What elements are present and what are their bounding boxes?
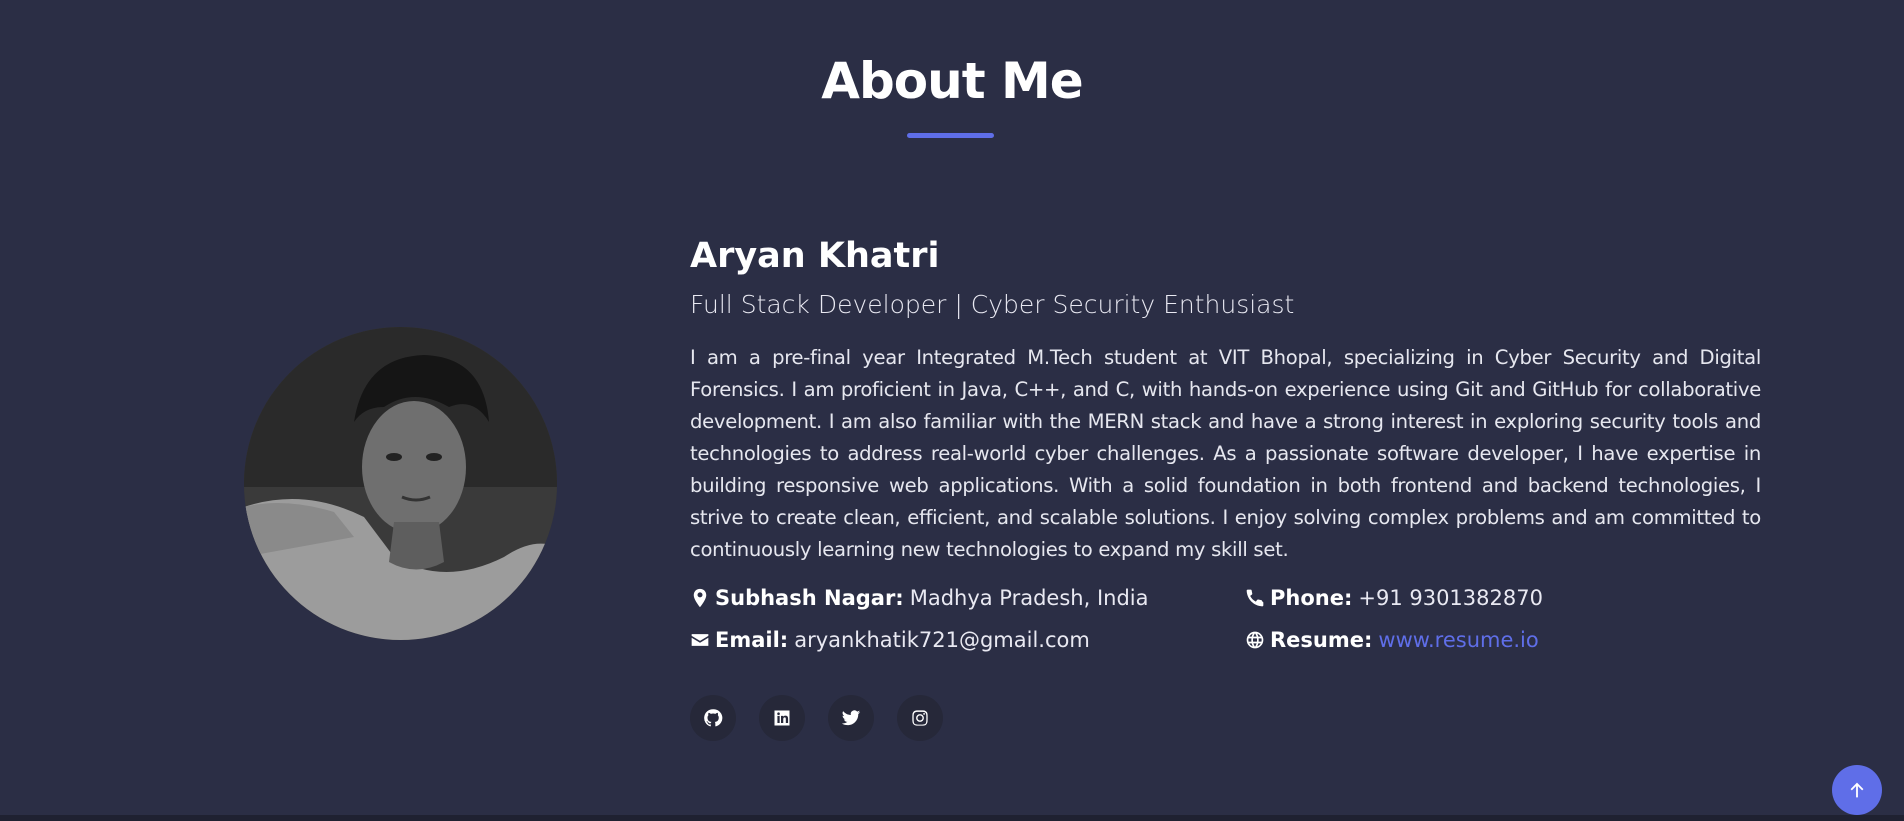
social-links [690,695,1761,741]
linkedin-icon [774,710,790,726]
profile-bio: I am a pre-final year Integrated M.Tech … [690,346,1761,561]
about-content: Aryan Khatri Full Stack Developer | Cybe… [690,232,1761,741]
location-label: Subhash Nagar: [715,586,904,610]
title-underline [907,133,994,138]
phone-icon [1245,588,1265,608]
profile-photo [244,327,557,640]
twitter-link[interactable] [828,695,874,741]
profile-name: Aryan Khatri [690,236,940,276]
github-link[interactable] [690,695,736,741]
about-section: About Me Aryan Khatri Full Stack Develop… [0,0,1904,821]
info-location: Subhash Nagar: Madhya Pradesh, India [690,583,1245,613]
email-label: Email: [715,628,789,652]
resume-label: Resume: [1270,628,1373,652]
phone-label: Phone: [1270,586,1353,610]
arrow-up-icon [1850,782,1864,798]
globe-icon [1245,630,1265,650]
info-phone: Phone: +91 9301382870 [1245,583,1761,613]
info-resume: Resume: www.resume.io [1245,625,1761,655]
section-divider [0,815,1904,821]
resume-link[interactable]: www.resume.io [1378,625,1538,655]
section-title: About Me [821,52,1083,110]
contact-info: Subhash Nagar: Madhya Pradesh, India Pho… [690,583,1761,655]
location-value: Madhya Pradesh, India [909,586,1149,610]
phone-value: +91 9301382870 [1358,586,1543,610]
map-marker-icon [690,588,710,608]
email-value: aryankhatik721@gmail.com [794,628,1090,652]
instagram-link[interactable] [897,695,943,741]
envelope-icon [690,630,710,650]
instagram-icon [912,710,928,726]
profile-role: Full Stack Developer | Cyber Security En… [690,290,1295,319]
twitter-icon [841,710,861,726]
scroll-to-top-button[interactable] [1832,765,1882,815]
github-icon [704,709,723,727]
linkedin-link[interactable] [759,695,805,741]
info-email: Email: aryankhatik721@gmail.com [690,625,1245,655]
